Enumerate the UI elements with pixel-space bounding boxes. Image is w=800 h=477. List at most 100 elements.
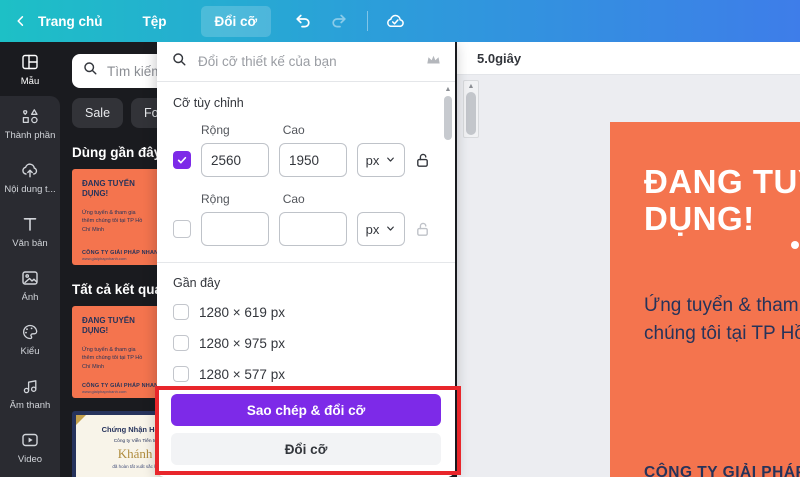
unit-select[interactable]: px xyxy=(357,143,405,177)
size-checkbox[interactable] xyxy=(173,304,189,320)
sidebar-item-styles[interactable]: Kiểu xyxy=(0,312,60,366)
design-footer-text: CÔNG TY GIẢI PHÁP NHANH xyxy=(644,464,800,477)
height-input[interactable] xyxy=(279,143,347,177)
width-label: Rộng xyxy=(201,123,230,137)
design-heading: ĐANG TUYỂN DỤNG! xyxy=(644,163,800,237)
scroll-up-arrow[interactable]: ▲ xyxy=(443,86,453,94)
recent-size-option[interactable]: 1280 × 577 px xyxy=(173,365,431,383)
design-page[interactable]: ĐANG TUYỂN DỤNG! Ứng tuyển & tham gia th… xyxy=(610,122,800,477)
search-icon xyxy=(171,51,188,73)
music-note-icon xyxy=(20,376,40,396)
unit-value: px xyxy=(365,152,380,168)
dot-decoration xyxy=(791,241,799,249)
size-checkbox-checked[interactable] xyxy=(173,151,191,169)
design-body-text: Ứng tuyển & tham gia thêm chúng tôi tại … xyxy=(644,292,800,347)
search-icon xyxy=(82,60,99,82)
toolbar-divider xyxy=(367,11,369,31)
menu-divider xyxy=(157,262,455,263)
resize-search-row[interactable] xyxy=(157,42,455,82)
cloud-upload-icon xyxy=(20,160,40,180)
scrollbar-thumb[interactable] xyxy=(466,92,476,135)
sidebar-label: Thành phần xyxy=(4,129,56,141)
redo-icon xyxy=(329,11,349,31)
design-body-line2: chúng tôi tại TP Hồ Chí Minh xyxy=(644,322,800,344)
size-checkbox[interactable] xyxy=(173,366,189,382)
canva-editor: Trang chủ Tệp Đổi cỡ Mẫu Thành phần Nội … xyxy=(0,0,800,477)
tag-sale[interactable]: Sale xyxy=(72,98,124,128)
recent-sizes-label: Gần đây xyxy=(173,276,221,290)
thumb-url: www.giaiphapnhanh.com xyxy=(82,389,127,394)
sidebar-inactive-group: Thành phần Nội dung t... Văn bản Ảnh Kiể… xyxy=(0,96,60,477)
undo-icon xyxy=(293,11,313,31)
unit-value: px xyxy=(365,221,380,237)
thumb-heading: ĐANG TUYỂN DỤNG! xyxy=(82,179,135,198)
resize-menu-button[interactable]: Đổi cỡ xyxy=(200,5,272,37)
redo-button[interactable] xyxy=(329,11,349,31)
sidebar-item-audio[interactable]: Âm thanh xyxy=(0,366,60,420)
canvas-area[interactable]: ▲ ĐANG TUYỂN DỤNG! Ứng tuyển & tham gia … xyxy=(455,75,800,477)
thumb-body: Ứng tuyển & tham gia thêm chúng tôi tại … xyxy=(82,347,143,370)
sidebar-label: Nội dung t... xyxy=(4,183,56,195)
lock-open-icon-disabled xyxy=(415,221,431,237)
scrollbar-thumb[interactable] xyxy=(444,96,452,140)
thumb-body: Ứng tuyển & tham gia thêm chúng tôi tại … xyxy=(82,210,143,233)
resize-actions: Sao chép & đổi cỡ Đổi cỡ xyxy=(157,384,455,477)
sidebar-label: Kiểu xyxy=(20,345,40,357)
video-icon xyxy=(20,430,40,450)
dropdown-scrollbar[interactable]: ▲ ▼ xyxy=(443,86,453,424)
sidebar-item-text[interactable]: Văn bản xyxy=(0,204,60,258)
duration-label: 5.0giây xyxy=(477,50,522,66)
undo-button[interactable] xyxy=(293,11,313,31)
thumb-heading: ĐANG TUYỂN DỤNG! xyxy=(82,316,135,335)
recent-size-text: 1280 × 975 px xyxy=(199,335,285,351)
width-label: Rộng xyxy=(201,192,230,206)
height-label: Cao xyxy=(282,192,305,206)
custom-size-row-1: px xyxy=(173,143,431,177)
back-home-button[interactable]: Trang chủ xyxy=(14,14,103,29)
home-label[interactable]: Trang chủ xyxy=(38,14,103,29)
sidebar-label: Ảnh xyxy=(21,291,39,303)
canvas-toolbar: 5.0giây xyxy=(455,42,800,75)
top-bar: Trang chủ Tệp Đổi cỡ xyxy=(0,0,800,42)
palette-icon xyxy=(20,322,40,342)
sidebar-label: Video xyxy=(17,453,43,465)
chevron-left-icon xyxy=(14,14,28,28)
sidebar-item-video[interactable]: Video xyxy=(0,420,60,474)
canvas-scrollbar[interactable]: ▲ xyxy=(463,80,479,138)
resize-button[interactable]: Đổi cỡ xyxy=(171,433,441,465)
save-status-button[interactable] xyxy=(384,10,406,32)
photo-icon xyxy=(20,268,40,288)
recent-size-text: 1280 × 619 px xyxy=(199,304,285,320)
design-body-line1: Ứng tuyển & tham gia thêm xyxy=(644,295,800,316)
lock-open-icon[interactable] xyxy=(415,152,431,168)
width-input-2[interactable] xyxy=(201,212,269,246)
crown-icon xyxy=(426,53,441,71)
text-icon xyxy=(20,214,40,234)
copy-and-resize-button[interactable]: Sao chép & đổi cỡ xyxy=(171,394,441,426)
unit-select-2[interactable]: px xyxy=(357,212,405,246)
height-input-2[interactable] xyxy=(279,212,347,246)
resize-search-input[interactable] xyxy=(198,54,416,69)
sidebar-label: Mẫu xyxy=(20,75,40,87)
scroll-up-arrow[interactable]: ▲ xyxy=(464,82,478,91)
file-menu-button[interactable]: Tệp xyxy=(143,14,167,29)
sidebar-item-photos[interactable]: Ảnh xyxy=(0,258,60,312)
chevron-down-icon xyxy=(385,153,396,168)
size-checkbox[interactable] xyxy=(173,335,189,351)
recent-size-option[interactable]: 1280 × 975 px xyxy=(173,334,431,352)
sidebar-item-elements[interactable]: Thành phần xyxy=(0,96,60,150)
recent-size-text: 1280 × 577 px xyxy=(199,366,285,382)
resize-dropdown: Cỡ tùy chỉnh Rộng Cao px xyxy=(157,42,455,477)
thumb-url: www.giaiphapnhanh.com xyxy=(82,256,127,261)
cloud-check-icon xyxy=(384,10,406,32)
custom-size-row-2: px xyxy=(173,212,431,246)
sidebar-item-templates[interactable]: Mẫu xyxy=(0,42,60,96)
sidebar-item-uploads[interactable]: Nội dung t... xyxy=(0,150,60,204)
templates-icon xyxy=(20,52,40,72)
height-label: Cao xyxy=(282,123,305,137)
width-input[interactable] xyxy=(201,143,269,177)
sidebar-label: Văn bản xyxy=(12,237,48,249)
size-checkbox-unchecked[interactable] xyxy=(173,220,191,238)
chevron-down-icon xyxy=(385,222,396,237)
recent-size-option[interactable]: 1280 × 619 px xyxy=(173,303,431,321)
